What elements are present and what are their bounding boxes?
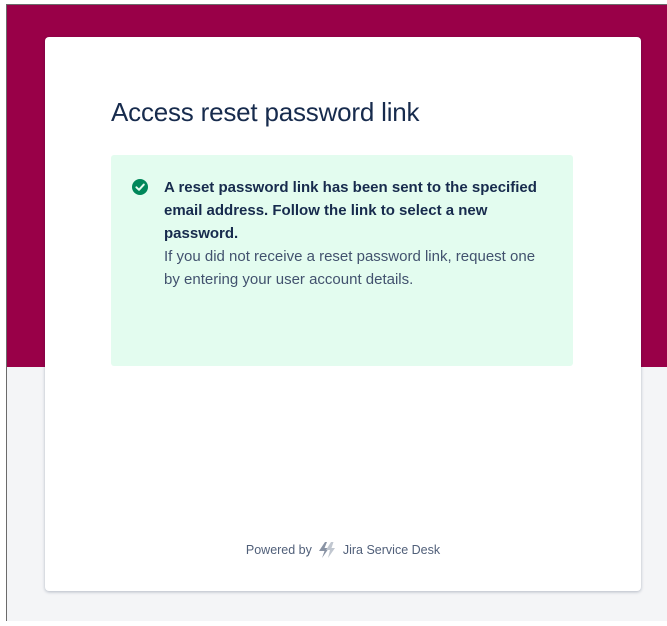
browser-viewport: Access reset password link A reset passw… (6, 4, 667, 621)
page-title: Access reset password link (111, 97, 420, 127)
success-message: A reset password link has been sent to t… (111, 155, 573, 366)
message-body: If you did not receive a reset password … (164, 248, 536, 288)
powered-by-footer: Powered by Jira Service Desk (45, 541, 641, 559)
product-link[interactable]: Jira Service Desk (343, 543, 440, 557)
check-circle-icon (132, 179, 148, 195)
jira-bolt-icon (319, 542, 336, 558)
message-heading: A reset password link has been sent to t… (164, 179, 537, 242)
powered-by-label: Powered by (245, 543, 312, 557)
reset-password-card: Access reset password link A reset passw… (45, 37, 641, 591)
